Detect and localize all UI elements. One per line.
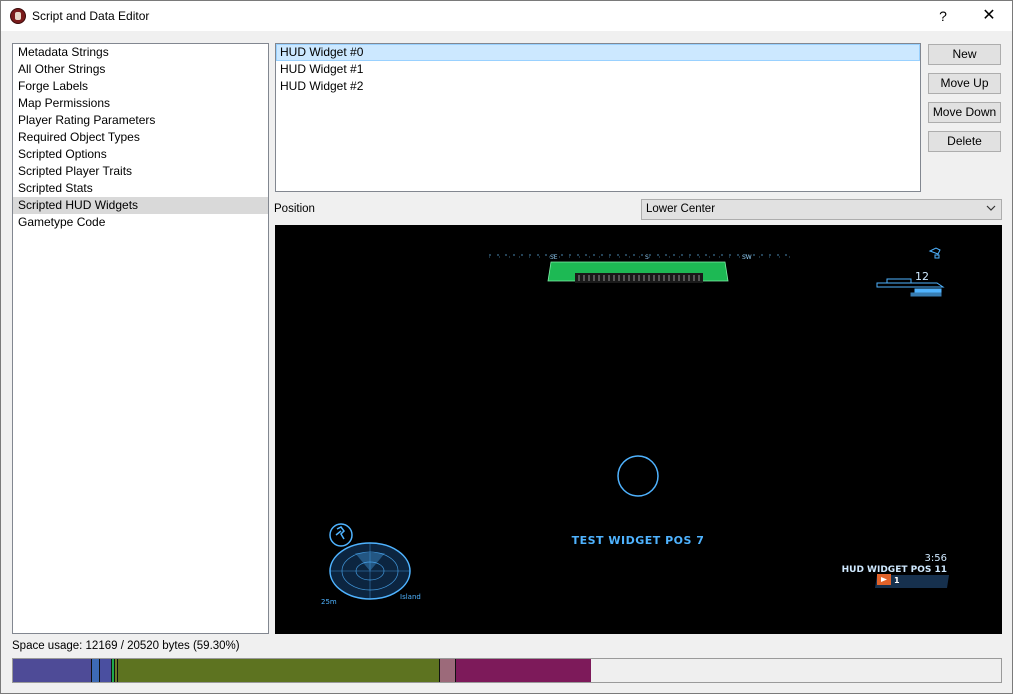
usage-segment-divider bbox=[114, 659, 115, 682]
category-item-scripted-hud-widgets[interactable]: Scripted HUD Widgets bbox=[13, 197, 268, 214]
usage-segment-divider bbox=[99, 659, 100, 682]
new-button[interactable]: New bbox=[928, 44, 1001, 65]
usage-segment bbox=[13, 659, 91, 682]
test-widget-text: TEST WIDGET POS 7 bbox=[572, 534, 705, 547]
usage-segment-divider bbox=[455, 659, 456, 682]
category-item-scripted-stats[interactable]: Scripted Stats bbox=[13, 180, 268, 197]
hud-widget-list[interactable]: HUD Widget #0 HUD Widget #1 HUD Widget #… bbox=[275, 43, 921, 192]
category-item-forge-labels[interactable]: Forge Labels bbox=[13, 78, 268, 95]
usage-segment bbox=[439, 659, 455, 682]
hud-widget-pos-11-text: HUD WIDGET POS 11 bbox=[842, 565, 947, 575]
help-button[interactable]: ? bbox=[920, 1, 966, 31]
category-list[interactable]: Metadata Strings All Other Strings Forge… bbox=[12, 43, 269, 634]
category-item-required-object-types[interactable]: Required Object Types bbox=[13, 129, 268, 146]
compass-letter-se: SE bbox=[550, 254, 558, 261]
script-data-editor-window: Script and Data Editor ? ✕ Metadata Stri… bbox=[0, 0, 1013, 694]
game-timer: 3:56 bbox=[925, 553, 947, 564]
location-label: Island bbox=[400, 593, 421, 601]
score-bar bbox=[875, 574, 949, 588]
move-down-button[interactable]: Move Down bbox=[928, 102, 1001, 123]
title-bar[interactable]: Script and Data Editor ? ✕ bbox=[1, 1, 1012, 31]
usage-segment bbox=[99, 659, 111, 682]
app-icon bbox=[10, 8, 26, 24]
category-item-gametype-code[interactable]: Gametype Code bbox=[13, 214, 268, 231]
category-item-scripted-player-traits[interactable]: Scripted Player Traits bbox=[13, 163, 268, 180]
position-select[interactable]: Lower Center bbox=[641, 199, 1002, 220]
usage-segment-divider bbox=[111, 659, 112, 682]
usage-segment bbox=[91, 659, 99, 682]
usage-segment-divider bbox=[117, 659, 118, 682]
radar-range-label: 25m bbox=[321, 598, 337, 606]
usage-segment-divider bbox=[439, 659, 440, 682]
close-button[interactable]: ✕ bbox=[966, 1, 1012, 31]
position-label: Position bbox=[274, 203, 315, 215]
usage-segment bbox=[455, 659, 591, 682]
delete-button[interactable]: Delete bbox=[928, 131, 1001, 152]
category-item-scripted-options[interactable]: Scripted Options bbox=[13, 146, 268, 163]
compass-letter-s: S bbox=[645, 254, 649, 261]
hud-preview: SE S SW 12 TEST WIDGET POS 7 25m Island … bbox=[275, 225, 1002, 634]
category-item-map-permissions[interactable]: Map Permissions bbox=[13, 95, 268, 112]
hud-preview-canvas: SE S SW 12 TEST WIDGET POS 7 25m Island … bbox=[321, 247, 949, 606]
chevron-down-icon bbox=[986, 205, 996, 211]
category-item-player-rating-parameters[interactable]: Player Rating Parameters bbox=[13, 112, 268, 129]
usage-segment bbox=[117, 659, 439, 682]
hud-widget-item[interactable]: HUD Widget #1 bbox=[276, 61, 920, 78]
hud-widget-item[interactable]: HUD Widget #2 bbox=[276, 78, 920, 95]
hud-widget-item[interactable]: HUD Widget #0 bbox=[276, 44, 920, 61]
usage-segment-divider bbox=[91, 659, 92, 682]
ammo-count: 12 bbox=[915, 270, 929, 283]
move-up-button[interactable]: Move Up bbox=[928, 73, 1001, 94]
score-value: 1 bbox=[894, 576, 900, 585]
crosshair-reticle bbox=[617, 455, 659, 497]
motion-tracker-radar bbox=[329, 523, 411, 600]
compass-letter-sw: SW bbox=[742, 254, 752, 261]
position-select-value: Lower Center bbox=[646, 203, 716, 215]
window-title: Script and Data Editor bbox=[32, 9, 150, 23]
compass-strip: SE S SW bbox=[489, 254, 790, 261]
space-usage-bar bbox=[12, 658, 1002, 683]
weapon-ammo-icon bbox=[876, 247, 945, 297]
shield-meter bbox=[547, 261, 729, 283]
category-item-metadata-strings[interactable]: Metadata Strings bbox=[13, 44, 268, 61]
category-item-all-other-strings[interactable]: All Other Strings bbox=[13, 61, 268, 78]
space-usage-label: Space usage: 12169 / 20520 bytes (59.30%… bbox=[12, 640, 240, 652]
